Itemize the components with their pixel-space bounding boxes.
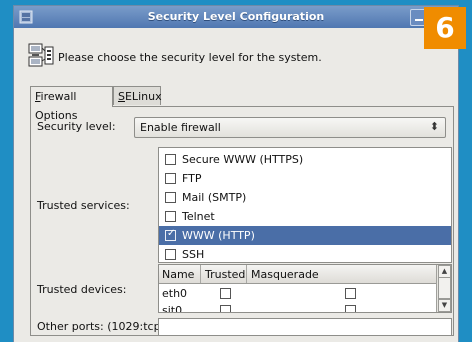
service-label: FTP <box>182 172 202 185</box>
scroll-thumb[interactable] <box>438 277 451 299</box>
column-divider <box>246 265 247 283</box>
trusted-devices-label: Trusted devices: <box>37 283 127 296</box>
service-item-https[interactable]: Secure WWW (HTTPS) <box>159 150 451 169</box>
service-item-ssh[interactable]: SSH <box>159 245 451 262</box>
tab-mnemonic: S <box>118 90 125 103</box>
window-title: Security Level Configuration <box>147 10 325 23</box>
checkmark-icon: ✓ <box>167 228 176 239</box>
checkbox[interactable] <box>165 249 176 260</box>
table-row[interactable]: eth0 <box>159 285 437 302</box>
trusted-devices-table: Name Trusted Masquerade eth0 sit0 ▲ ▼ <box>158 264 452 313</box>
title-bar[interactable]: Security Level Configuration <box>14 6 458 28</box>
other-ports-label: Other ports: (1029:tcp) <box>37 320 165 333</box>
column-header-masquerade[interactable]: Masquerade <box>251 268 319 281</box>
column-header-trusted[interactable]: Trusted <box>205 268 245 281</box>
device-name: sit0 <box>162 304 183 313</box>
firewall-options-panel: Security level: Enable firewall ⬍ Truste… <box>30 106 454 336</box>
tab-firewall-options[interactable]: Firewall Options <box>30 86 113 122</box>
tab-label: irewall Options <box>35 90 78 122</box>
checkbox[interactable] <box>165 154 176 165</box>
service-label: WWW (HTTP) <box>182 229 255 242</box>
trusted-services-label: Trusted services: <box>37 199 130 212</box>
masquerade-checkbox[interactable] <box>345 305 356 312</box>
service-label: Mail (SMTP) <box>182 191 247 204</box>
step-badge: 6 <box>424 7 466 49</box>
column-header-name[interactable]: Name <box>162 268 194 281</box>
trusted-checkbox[interactable] <box>220 288 231 299</box>
device-name: eth0 <box>162 287 188 300</box>
table-row[interactable]: sit0 <box>159 302 437 313</box>
checkbox[interactable] <box>165 192 176 203</box>
table-header: Name Trusted Masquerade <box>159 265 437 284</box>
service-label: SSH <box>182 248 205 261</box>
column-divider <box>200 265 201 283</box>
security-level-select[interactable]: Enable firewall ⬍ <box>134 117 446 138</box>
service-item-http[interactable]: ✓ WWW (HTTP) <box>159 226 451 245</box>
service-label: Secure WWW (HTTPS) <box>182 153 304 166</box>
tab-label: ELinux <box>124 90 162 103</box>
service-item-telnet[interactable]: Telnet <box>159 207 451 226</box>
desktop-background: 6 Security Level Configuration Please ch… <box>0 0 472 342</box>
header-instruction: Please choose the security level for the… <box>58 51 322 64</box>
scroll-down-icon[interactable]: ▼ <box>438 299 451 312</box>
dialog-window: Security Level Configuration Please choo… <box>14 6 458 342</box>
service-item-smtp[interactable]: Mail (SMTP) <box>159 188 451 207</box>
header: Please choose the security level for the… <box>14 28 458 74</box>
trusted-checkbox[interactable] <box>220 305 231 312</box>
tab-selinux[interactable]: SELinux <box>113 86 162 105</box>
service-label: Telnet <box>182 210 215 223</box>
checkbox[interactable] <box>165 173 176 184</box>
security-icon <box>28 43 54 67</box>
other-ports-input[interactable] <box>158 318 452 336</box>
vertical-scrollbar[interactable]: ▲ ▼ <box>436 265 451 312</box>
checkbox[interactable] <box>165 211 176 222</box>
checkbox-checked[interactable]: ✓ <box>165 228 176 241</box>
trusted-services-list: Secure WWW (HTTPS) FTP Mail (SMTP) Telne… <box>158 147 452 263</box>
service-item-ftp[interactable]: FTP <box>159 169 451 188</box>
updown-arrows-icon: ⬍ <box>429 120 439 133</box>
masquerade-checkbox[interactable] <box>345 288 356 299</box>
security-level-value: Enable firewall <box>140 121 221 134</box>
